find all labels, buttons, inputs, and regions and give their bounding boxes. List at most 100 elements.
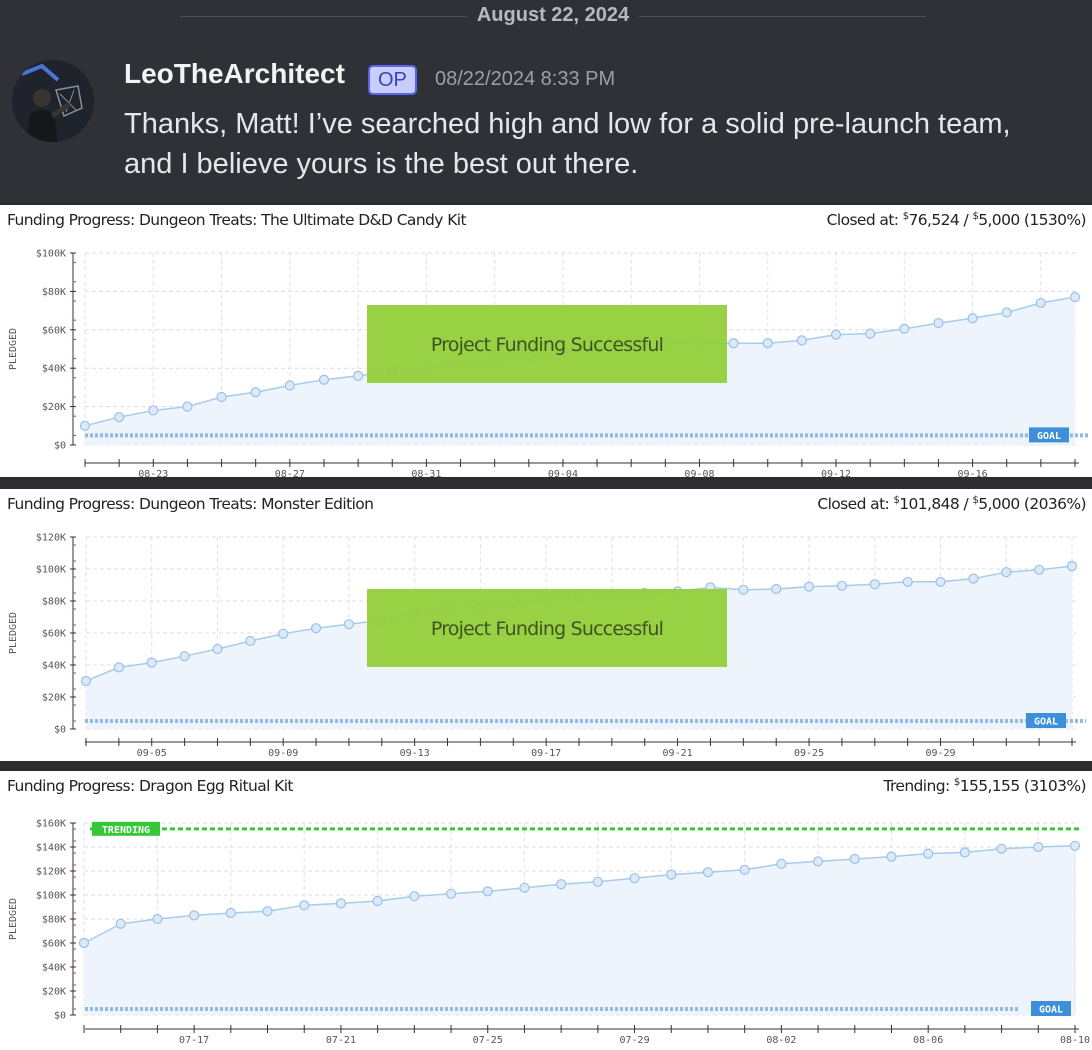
data-point [935,576,946,587]
x-tick-label: 09-04 [548,469,578,477]
data-point [179,651,190,662]
y-tick-label: $40K [42,963,66,974]
x-tick-label: 09-12 [821,469,851,477]
data-point [803,581,815,592]
data-point [968,573,979,584]
data-point [1001,567,1012,578]
x-tick-label: 08-23 [138,469,168,477]
funding-chart-1: $0 $20K $40K $60K $80K $100K PLEDGED GOAL 08-23 0… [8,249,1089,477]
y-tick-label: $40K [42,364,66,375]
data-point [79,420,91,431]
data-point [899,323,910,334]
data-point [284,380,295,391]
x-tick-label: 09-29 [925,748,955,759]
avatar-image [12,60,94,142]
data-point [592,876,603,887]
x-tick-label: 07-21 [326,1035,356,1046]
y-tick-label: $20K [42,987,66,998]
y-tick-label: $100K [36,565,66,576]
data-point [113,662,124,673]
data-point [738,584,749,595]
data-point [830,329,842,340]
data-point [776,858,787,869]
data-point [666,869,677,880]
x-tick-label: 09-08 [684,469,714,477]
success-overlay-label: Project Funding Successful [431,618,663,640]
y-axis-title: PLEDGED [8,328,19,370]
y-tick-label: $140K [36,843,66,854]
y-tick-label: $80K [42,287,66,298]
username[interactable]: LeoTheArchitect [124,58,345,90]
x-tick-label: 09-25 [794,748,824,759]
success-overlay-label: Project Funding Successful [431,334,663,356]
data-point [519,882,530,893]
x-tick-label: 09-16 [958,469,988,477]
data-point [1069,292,1081,303]
y-tick-label: $120K [36,867,66,878]
trending-badge-label: TRENDING [102,825,150,836]
data-point [812,856,824,867]
data-point [629,873,640,884]
message-line-1: Thanks, Matt! I’ve searched high and low… [124,108,1011,140]
data-point [152,913,163,925]
op-badge: OP [368,65,417,95]
data-point [445,888,457,899]
data-point [836,580,848,591]
data-point [245,635,256,647]
y-tick-label: $120K [36,533,66,544]
x-tick-label: 07-17 [179,1035,209,1046]
x-tick-label: 08-27 [275,469,305,477]
message-timestamp: 08/22/2024 8:33 PM [435,68,616,90]
x-tick-label: 07-29 [620,1035,650,1046]
goal-badge-label: GOAL [1034,717,1058,728]
y-tick-label: $0 [54,441,66,452]
funding-chart-2: $0 $20K $40K $60K $80K $100K $120K PLEDGED GOAL 0… [8,533,1086,759]
data-point [923,848,934,859]
data-point [728,338,739,349]
x-tick-label: 08-06 [913,1035,943,1046]
x-tick-label: 07-25 [473,1035,503,1046]
y-axis-title: PLEDGED [8,612,19,654]
data-point [310,623,322,634]
data-point [1034,564,1045,575]
data-point [335,898,347,909]
data-point [865,328,876,339]
data-point [996,843,1007,854]
data-point [771,583,782,595]
x-tick-label: 08-10 [1060,1035,1090,1046]
data-point [482,886,493,897]
x-tick-label: 09-09 [268,748,298,759]
data-point [225,907,236,919]
goal-badge-label: GOAL [1039,1005,1063,1016]
y-tick-label: $20K [42,693,66,704]
message-body: Thanks, Matt! I’ve searched high and low… [124,104,1074,184]
data-point [189,910,200,921]
y-tick-label: $100K [36,249,66,260]
data-point [78,937,90,949]
y-tick-label: $100K [36,891,66,902]
data-point [933,317,944,329]
y-tick-label: $0 [54,1011,66,1022]
data-point [80,675,92,687]
data-point [262,906,273,917]
x-tick-label: 08-02 [766,1035,796,1046]
goal-badge-label: GOAL [1037,431,1061,442]
y-tick-label: $80K [42,597,66,608]
data-point [212,643,223,655]
x-tick-label: 09-13 [400,748,430,759]
x-tick-label: 08-31 [411,469,441,477]
data-point [115,918,126,929]
y-tick-label: $60K [42,939,66,950]
chart-panel-1: Funding Progress: Dungeon Treats: The Ul… [0,205,1092,477]
avatar[interactable] [12,60,94,142]
data-point [250,387,261,398]
data-point [1001,307,1012,318]
y-tick-label: $20K [42,402,66,413]
data-point [409,891,420,902]
data-point [182,401,193,412]
chart-panel-2: Funding Progress: Dungeon Treats: Monste… [0,489,1092,761]
data-point [372,895,383,907]
data-point [148,405,159,416]
data-point [796,335,807,346]
chart-panel-3: Funding Progress: Dragon Egg Ritual Kit … [0,771,1092,1050]
